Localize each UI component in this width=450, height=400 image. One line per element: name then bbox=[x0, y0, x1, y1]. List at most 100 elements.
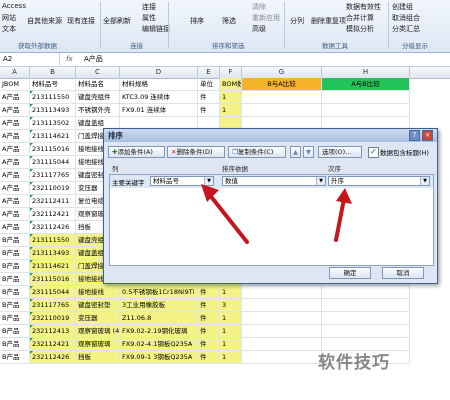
cell[interactable]: 挡板 bbox=[76, 351, 120, 364]
cell[interactable]: 232112411 bbox=[30, 195, 76, 208]
cell[interactable] bbox=[242, 286, 322, 299]
cell[interactable]: 键盘壳组件 bbox=[76, 91, 120, 104]
cell[interactable] bbox=[322, 325, 410, 338]
cell[interactable] bbox=[322, 104, 410, 117]
cell[interactable] bbox=[242, 325, 322, 338]
column-header-G[interactable]: G bbox=[242, 67, 322, 78]
ribbon-refresh-all-button[interactable]: 全部刷新 bbox=[103, 16, 131, 26]
ribbon-edit-links[interactable]: 编辑链接 bbox=[142, 24, 170, 34]
cell[interactable]: 观察窗玻璃 (429×334×19) bbox=[76, 325, 120, 338]
cell[interactable]: 231115016 bbox=[30, 143, 76, 156]
cell[interactable] bbox=[322, 299, 410, 312]
name-box[interactable]: A2 bbox=[0, 53, 60, 65]
cell[interactable]: 1 bbox=[220, 312, 242, 325]
column-header-E[interactable]: E bbox=[198, 67, 220, 78]
cell[interactable]: A产品 bbox=[0, 208, 30, 221]
cell[interactable] bbox=[322, 91, 410, 104]
cell[interactable]: 件 bbox=[198, 91, 220, 104]
column-header-A[interactable]: A bbox=[0, 67, 30, 78]
cell[interactable]: A产品 bbox=[0, 104, 30, 117]
column-header-D[interactable]: D bbox=[120, 67, 198, 78]
ribbon-consolidate[interactable]: 合并计算 bbox=[346, 13, 374, 23]
column-header-C[interactable]: C bbox=[76, 67, 120, 78]
cell[interactable]: 231117765 bbox=[30, 299, 76, 312]
cell[interactable]: 231115044 bbox=[30, 286, 76, 299]
cell[interactable]: 1 bbox=[220, 91, 242, 104]
cell[interactable]: FX9.01 连续体 bbox=[120, 104, 198, 117]
ribbon-group[interactable]: 创建组 bbox=[392, 2, 413, 12]
cell[interactable]: 键盘密封垫 bbox=[76, 299, 120, 312]
cell[interactable]: BOM数量 bbox=[220, 78, 242, 91]
cell[interactable]: 件 bbox=[198, 299, 220, 312]
cell[interactable]: 单位 bbox=[198, 78, 220, 91]
cell[interactable]: A产品 bbox=[0, 169, 30, 182]
column-header-H[interactable]: H bbox=[322, 67, 410, 78]
ribbon-reapply[interactable]: 重新应用 bbox=[252, 13, 280, 23]
cell[interactable]: 213113493 bbox=[30, 247, 76, 260]
ribbon-access[interactable]: Access bbox=[2, 2, 26, 10]
cell[interactable]: B与A比较 bbox=[242, 78, 322, 91]
copy-level-button[interactable]: ❐复制条件(C) bbox=[228, 146, 286, 158]
cell[interactable]: B产品 bbox=[0, 325, 30, 338]
cell[interactable]: 3 bbox=[220, 299, 242, 312]
ribbon-text[interactable]: 文本 bbox=[2, 24, 16, 34]
ribbon-remove-dup-button[interactable]: 删除重复项 bbox=[311, 16, 346, 26]
cell[interactable]: 213111550 bbox=[30, 91, 76, 104]
delete-level-button[interactable]: ✕删除条件(D) bbox=[167, 146, 225, 158]
cell[interactable] bbox=[242, 351, 322, 364]
fx-icon[interactable]: fx bbox=[66, 53, 73, 65]
ribbon-data-validation[interactable]: 数据有效性 bbox=[346, 2, 381, 12]
cell[interactable]: 213114621 bbox=[30, 130, 76, 143]
cell[interactable]: B产品 bbox=[0, 351, 30, 364]
ribbon-sort-button[interactable]: 排序 bbox=[190, 16, 204, 26]
cell[interactable]: 不锈钢外壳 bbox=[76, 104, 120, 117]
cell[interactable] bbox=[242, 338, 322, 351]
cell[interactable]: 材料品号 bbox=[30, 78, 76, 91]
cell[interactable]: 232110019 bbox=[30, 182, 76, 195]
cell[interactable]: 材料规格 bbox=[120, 78, 198, 91]
close-button[interactable]: × bbox=[422, 130, 433, 141]
cell[interactable]: JBOM bbox=[0, 78, 30, 91]
cell[interactable]: A产品 bbox=[0, 221, 30, 234]
cell[interactable]: 1 bbox=[220, 351, 242, 364]
cell[interactable]: 213113493 bbox=[30, 104, 76, 117]
cell[interactable]: 213113502 bbox=[30, 117, 76, 130]
cell[interactable]: B产品 bbox=[0, 312, 30, 325]
ribbon-subtotal[interactable]: 分类汇总 bbox=[392, 24, 420, 34]
cell[interactable]: 观察窗玻璃 bbox=[76, 338, 120, 351]
cell[interactable]: 232112426 bbox=[30, 221, 76, 234]
help-button[interactable]: ? bbox=[409, 130, 420, 141]
cell[interactable]: A与B比较 bbox=[322, 78, 410, 91]
cell[interactable]: 0.5不锈钢板1Cr18Ni9Ti bbox=[120, 286, 198, 299]
cell[interactable]: A产品 bbox=[0, 117, 30, 130]
cell[interactable]: A产品 bbox=[0, 91, 30, 104]
column-header-B[interactable]: B bbox=[30, 67, 76, 78]
cell[interactable]: 1 bbox=[220, 338, 242, 351]
options-button[interactable]: 选项(O)... bbox=[318, 146, 362, 158]
ribbon-advanced[interactable]: 高级 bbox=[252, 24, 266, 34]
cell[interactable]: 件 bbox=[198, 312, 220, 325]
move-up-button[interactable]: ▲ bbox=[290, 146, 301, 158]
cell[interactable]: 232110019 bbox=[30, 312, 76, 325]
cell[interactable]: 件 bbox=[198, 351, 220, 364]
cell[interactable]: A产品 bbox=[0, 156, 30, 169]
cell[interactable]: 件 bbox=[198, 286, 220, 299]
cell[interactable]: 213114621 bbox=[30, 260, 76, 273]
cell[interactable]: A产品 bbox=[0, 195, 30, 208]
cell[interactable]: 件 bbox=[198, 338, 220, 351]
cell[interactable]: 变压器 bbox=[76, 312, 120, 325]
cell[interactable]: A产品 bbox=[0, 182, 30, 195]
cell[interactable]: B产品 bbox=[0, 247, 30, 260]
cell[interactable] bbox=[242, 104, 322, 117]
cell[interactable]: KTC3.09 连续体 bbox=[120, 91, 198, 104]
cancel-button[interactable]: 取消 bbox=[382, 267, 424, 279]
cell[interactable]: 232112426 bbox=[30, 351, 76, 364]
cell[interactable]: B产品 bbox=[0, 273, 30, 286]
cell[interactable] bbox=[322, 312, 410, 325]
cell[interactable]: 232112413 bbox=[30, 325, 76, 338]
cell[interactable]: FX9.02-2.19钢化玻璃 bbox=[120, 325, 198, 338]
cell[interactable]: 231117765 bbox=[30, 169, 76, 182]
ribbon-clear[interactable]: 清除 bbox=[252, 2, 266, 12]
formula-input[interactable]: A产品 bbox=[84, 53, 103, 65]
cell[interactable]: FX9.09-1 3钢板Q235A bbox=[120, 351, 198, 364]
